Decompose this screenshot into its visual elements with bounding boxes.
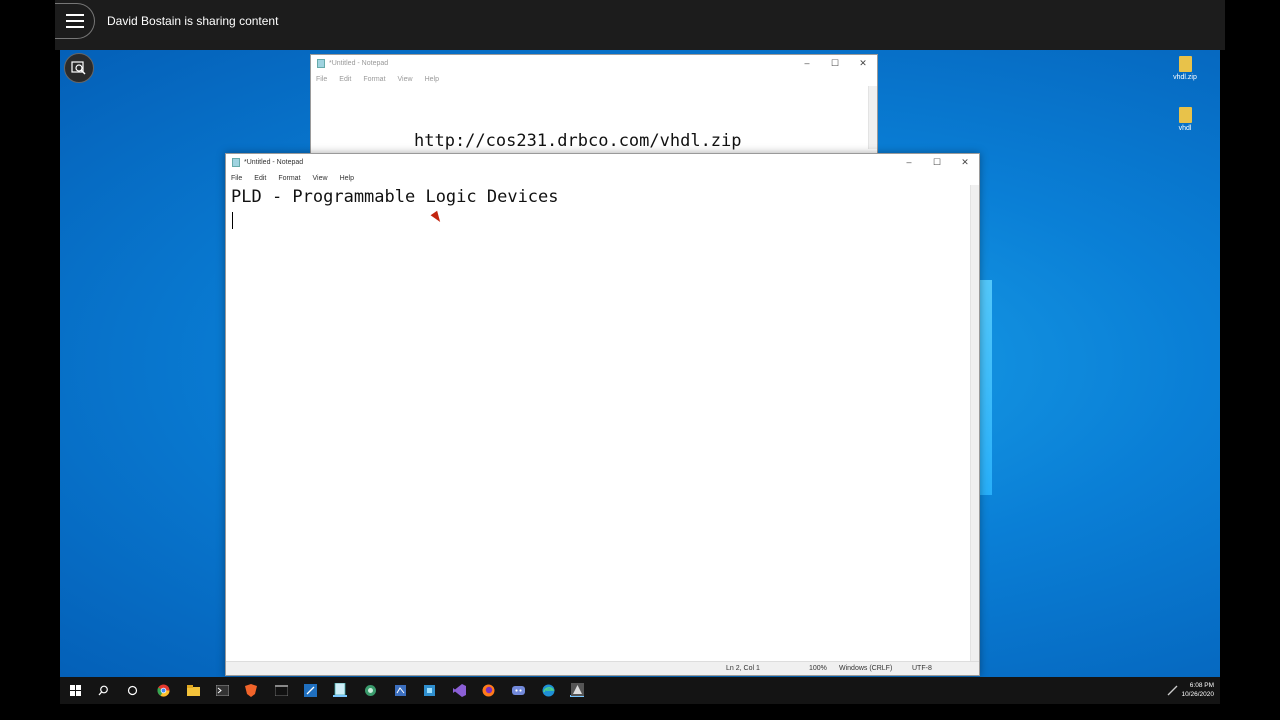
brave-icon[interactable] [244,683,258,697]
cursor-position: Ln 2, Col 1 [726,665,760,672]
encoding: UTF-8 [912,665,932,672]
zip-folder-icon [1178,56,1192,72]
bottom-letterbox [0,704,1280,720]
line-ending: Windows (CRLF) [839,665,893,672]
document-text: http://cos231.drbco.com/vhdl.zip [414,131,742,151]
notepad-icon [317,59,325,68]
notepad-icon [232,158,240,167]
notepad-window-active[interactable]: *Untitled - Notepad – ☐ ✕ File Edit Form… [225,153,980,676]
title-bar[interactable]: *Untitled - Notepad – ☐ ✕ [226,154,979,171]
cmd-icon[interactable] [274,683,288,697]
text-caret [232,212,233,229]
menu-bar: File Edit Format View Help [226,171,979,185]
terminal-icon[interactable] [215,683,229,697]
zoom-magnifier-icon[interactable] [64,53,94,83]
edge-icon[interactable] [541,683,555,697]
menu-view[interactable]: View [313,175,328,182]
vertical-scrollbar[interactable] [970,185,979,661]
app-icon-1[interactable] [363,683,377,697]
menu-edit[interactable]: Edit [339,76,351,83]
menu-help[interactable]: Help [340,175,354,182]
clock-date: 10/26/2020 [1181,691,1214,698]
meeting-menu-button[interactable] [55,3,95,39]
menu-format[interactable]: Format [363,76,385,83]
menu-help[interactable]: Help [425,76,439,83]
text-area[interactable]: PLD - Programmable Logic Devices [226,185,970,661]
menu-edit[interactable]: Edit [254,175,266,182]
windows-start-icon[interactable] [68,683,82,697]
close-button[interactable]: ✕ [849,55,877,72]
system-clock[interactable]: 6:08 PM 10/26/2020 [1181,681,1214,699]
discord-icon[interactable] [511,683,525,697]
document-text: PLD - Programmable Logic Devices [231,187,559,207]
menu-file[interactable]: File [231,175,242,182]
chrome-icon[interactable] [156,683,170,697]
menu-bar: File Edit Format View Help [311,72,877,86]
app-icon-2[interactable] [393,683,407,697]
desktop-icon-vhdl-zip[interactable]: vhdl.zip [1165,56,1205,81]
visual-studio-icon[interactable] [452,683,466,697]
hamburger-icon [65,14,84,28]
pen-icon[interactable] [1165,683,1179,697]
window-title: *Untitled - Notepad [244,159,304,166]
file-explorer-icon[interactable] [186,683,200,697]
desktop-icon-label: vhdl.zip [1173,74,1197,81]
sharing-status: David Bostain is sharing content [107,14,279,28]
folder-icon [1178,107,1192,123]
zoom-level: 100% [809,665,827,672]
notepad-window-background[interactable]: *Untitled - Notepad – ☐ ✕ File Edit Form… [310,54,878,164]
menu-file[interactable]: File [316,76,327,83]
desktop-icon-vhdl[interactable]: vhdl [1165,107,1205,132]
menu-format[interactable]: Format [278,175,300,182]
snipping-tool-icon[interactable] [303,683,317,697]
close-button[interactable]: ✕ [951,154,979,171]
vertical-scrollbar[interactable] [868,86,877,149]
firefox-icon[interactable] [481,683,495,697]
minimize-button[interactable]: – [895,154,923,171]
taskbar: 6:08 PM 10/26/2020 [60,677,1220,704]
cortana-icon[interactable] [125,683,139,697]
left-letterbox [0,0,55,720]
text-area[interactable]: http://cos231.drbco.com/vhdl.zip [311,86,868,151]
status-bar: Ln 2, Col 1 100% Windows (CRLF) UTF-8 [226,661,979,675]
app-icon-3[interactable] [422,683,436,697]
right-letterbox [1225,0,1280,720]
desktop: vhdl.zip vhdl *Untitled - Notepad – ☐ ✕ … [60,50,1220,677]
desktop-icon-label: vhdl [1178,125,1192,132]
menu-view[interactable]: View [398,76,413,83]
window-title: *Untitled - Notepad [329,60,389,67]
maximize-button[interactable]: ☐ [821,55,849,72]
app-icon-4[interactable] [570,682,584,697]
search-icon[interactable] [96,683,110,697]
clock-time: 6:08 PM [1189,682,1214,689]
minimize-button[interactable]: – [793,55,821,72]
wallpaper-light-beam [980,280,992,495]
notepad-icon[interactable] [333,683,347,697]
title-bar[interactable]: *Untitled - Notepad – ☐ ✕ [311,55,877,72]
maximize-button[interactable]: ☐ [923,154,951,171]
